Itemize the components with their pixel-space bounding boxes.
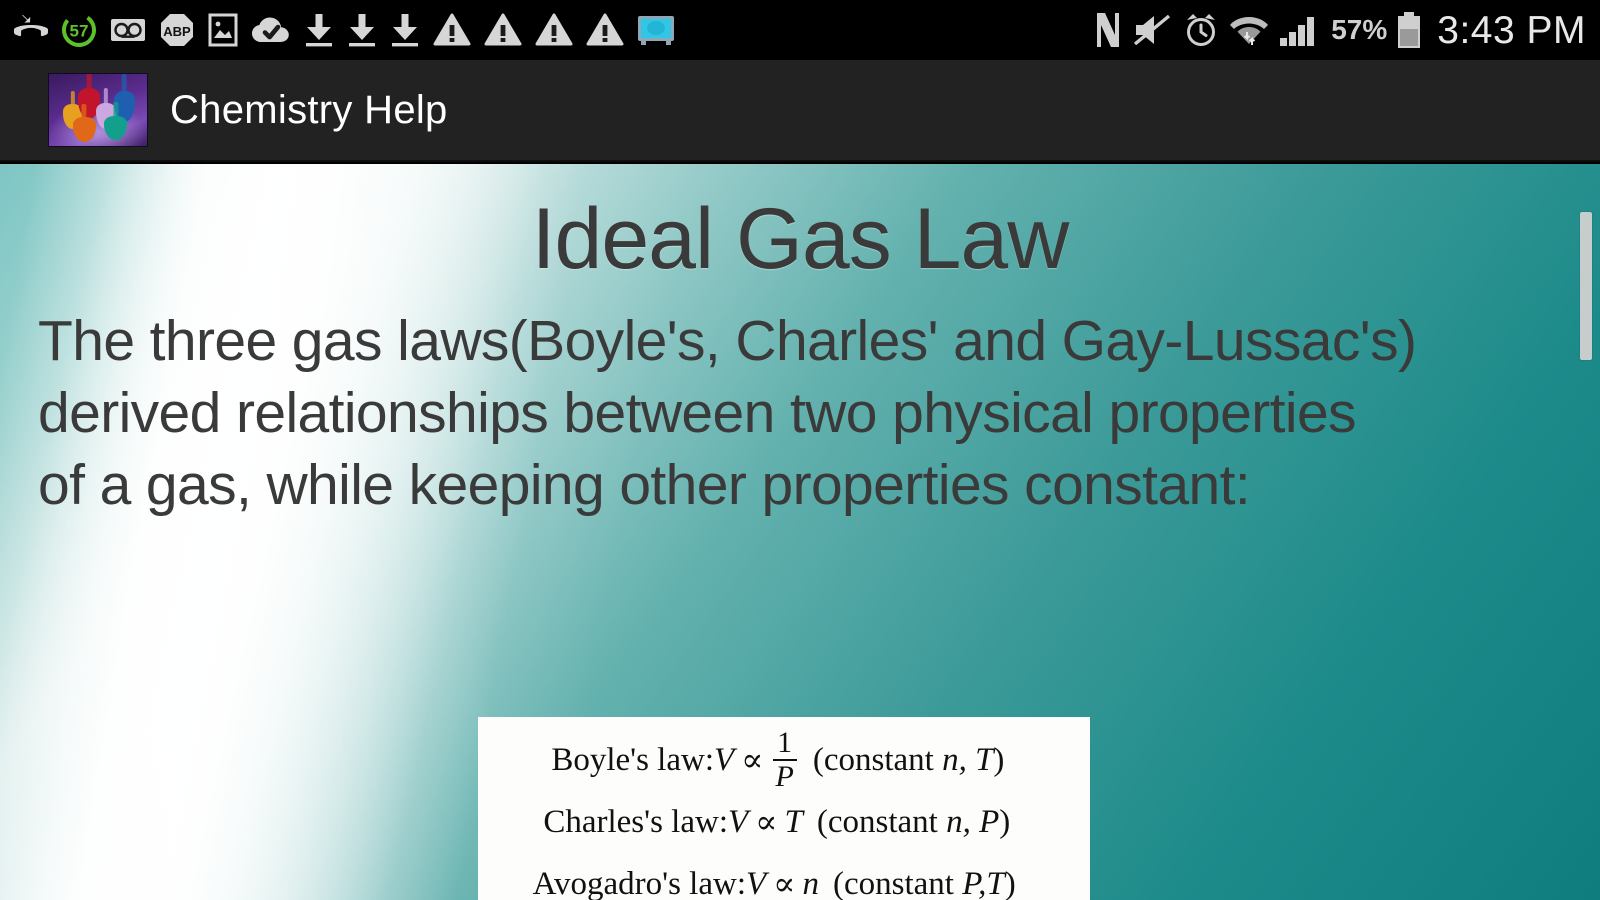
gas-laws-formula-image: Boyle's law: V ∝ 1 P (constant n, T) Cha… [478, 717, 1090, 900]
proportional-symbol: ∝ [773, 867, 796, 900]
screenshot-image-icon [208, 8, 238, 52]
formula-row-avogadros-law: Avogadro's law: V ∝ n (constant P,T) [478, 853, 1090, 900]
proportional-symbol: ∝ [741, 743, 764, 779]
fraction-denominator: P [775, 760, 794, 793]
notification-count-text: 57 [70, 22, 89, 41]
status-bar-clock: 3:43 PM [1437, 8, 1586, 52]
condition-suffix: ) [1004, 865, 1016, 900]
page-title: Ideal Gas Law [531, 191, 1070, 287]
formula-law-label: Charles's law: [543, 803, 728, 840]
download-icon [390, 8, 420, 52]
warning-triangle-icon [535, 8, 573, 52]
warning-triangle-icon [484, 8, 522, 52]
status-bar-system-icons[interactable]: 57% 3:43 PM [1093, 8, 1586, 52]
condition-vars: P,T [962, 865, 1005, 900]
adblock-label: ABP [163, 24, 191, 39]
formula-expression: V ∝ 1 P [714, 725, 799, 793]
app-title: Chemistry Help [170, 88, 448, 132]
paragraph-line: derived relationships between two physic… [38, 381, 1357, 446]
article-content-area[interactable]: Ideal Gas Law The three gas laws(Boyle's… [0, 164, 1600, 900]
condition-vars: n, P [946, 803, 1000, 840]
formula-variable: V [746, 865, 767, 900]
wifi-icon [1229, 8, 1269, 52]
battery-icon [1395, 8, 1423, 52]
nfc-icon [1093, 8, 1123, 52]
adblock-plus-icon: ABP [159, 8, 195, 52]
chemistry-flasks-app-icon [48, 73, 148, 147]
alarm-clock-icon [1183, 8, 1219, 52]
tv-cast-icon [637, 8, 675, 52]
formula-variable: V [714, 741, 735, 778]
condition-suffix: ) [999, 803, 1011, 840]
cloud-sync-check-icon [251, 8, 291, 52]
formula-law-label: Avogadro's law: [532, 865, 746, 900]
paragraph-line: The three gas laws(Boyle's, Charles' and… [38, 309, 1417, 374]
scrollbar-thumb[interactable] [1580, 212, 1592, 360]
formula-expression: V ∝ n [746, 864, 819, 900]
formula-condition: (constant P,T) [833, 866, 1016, 900]
warning-triangle-icon [586, 8, 624, 52]
formula-expression: V ∝ T [728, 802, 803, 842]
battery-percent-label: 57% [1331, 14, 1388, 45]
missed-call-icon [14, 8, 48, 52]
condition-prefix: (constant [812, 741, 934, 778]
status-bar-notification-icons[interactable]: 57 ABP [14, 8, 675, 52]
intro-paragraph: The three gas laws(Boyle's, Charles' and… [0, 306, 1600, 521]
formula-relation: n [802, 865, 820, 900]
condition-vars: n, T [942, 741, 994, 778]
proportional-symbol: ∝ [755, 805, 778, 841]
paragraph-line: of a gas, while keeping other properties… [38, 452, 1251, 517]
voicemail-icon [110, 8, 146, 52]
cellular-signal-icon [1279, 8, 1321, 52]
android-app-screen: 57 ABP 57% 3:43 PM Chemistry Help Ideal … [0, 0, 1600, 900]
status-bar[interactable]: 57 ABP 57% 3:43 PM [0, 0, 1600, 60]
warning-triangle-icon [433, 8, 471, 52]
condition-suffix: ) [993, 741, 1005, 778]
condition-prefix: (constant [816, 803, 938, 840]
download-icon [304, 8, 334, 52]
formula-condition: (constant n, T) [813, 742, 1005, 779]
app-action-bar[interactable]: Chemistry Help [0, 60, 1600, 162]
notification-count-badge-icon: 57 [61, 8, 97, 52]
formula-row-charles-law: Charles's law: V ∝ T (constant n, P) [478, 791, 1090, 853]
formula-condition: (constant n, P) [817, 804, 1010, 841]
formula-law-label: Boyle's law: [551, 741, 714, 778]
formula-variable: V [728, 803, 749, 840]
condition-prefix: (constant [833, 865, 954, 900]
formula-row-boyles-law: Boyle's law: V ∝ 1 P (constant n, T) [478, 725, 1090, 793]
fraction-numerator: 1 [777, 725, 793, 759]
formula-fraction: 1 P [772, 725, 797, 793]
vertical-scrollbar[interactable] [1580, 164, 1595, 900]
download-icon [347, 8, 377, 52]
formula-relation: T [784, 803, 803, 840]
mute-icon [1133, 8, 1173, 52]
